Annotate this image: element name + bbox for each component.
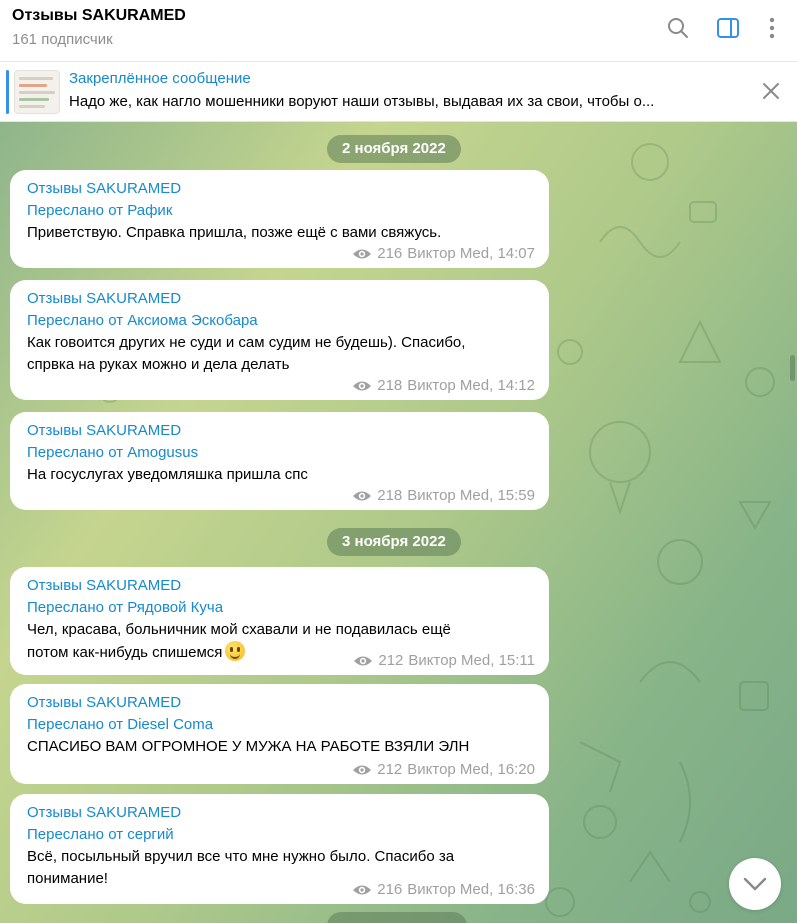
views-icon [353,249,372,258]
forwarded-from[interactable]: Переслано от Рядовой Куча [27,597,535,619]
message-meta: 218 Виктор Med, 15:59 [352,487,535,504]
author-time: Виктор Med, 16:20 [407,761,535,778]
message-text: Как говоится других не суди и сам судим … [27,334,466,351]
view-count: 212 [377,761,403,778]
view-count: 216 [377,881,403,898]
channel-name[interactable]: Отзывы SAKURAMED [27,420,535,442]
message-text: На госуслугах уведомляшка пришла спс [27,466,308,483]
views-icon [353,491,372,500]
views-icon [353,381,372,390]
pinned-title: Закреплённое сообщение [69,70,251,87]
views-icon [353,765,372,774]
message-bubble[interactable]: Отзывы SAKURAMED Переслано от Amogusus Н… [10,412,549,510]
date-separator-partial [327,912,467,923]
message-text: Приветствую. Справка пришла, позже ещё с… [27,224,442,241]
forwarded-from[interactable]: Переслано от Amogusus [27,442,535,464]
search-icon[interactable] [664,14,692,42]
message-meta: 216 Виктор Med, 16:36 [352,881,535,898]
forwarded-from[interactable]: Переслано от Рафик [27,200,535,222]
message-meta: 216 Виктор Med, 14:07 [352,245,535,262]
message-text: Чел, красава, больничник мой схавали и н… [27,621,451,638]
chat-area[interactable]: 2 ноября 2022 Отзывы SAKURAMED Переслано… [0,122,797,923]
message-text: спрвка на руках можно и дела делать [27,356,290,373]
scroll-to-bottom-button[interactable] [729,858,781,910]
channel-name[interactable]: Отзывы SAKURAMED [27,802,535,824]
views-icon [354,656,373,665]
forwarded-from[interactable]: Переслано от сергий [27,824,535,846]
message-bubble[interactable]: Отзывы SAKURAMED Переслано от Рядовой Ку… [10,567,549,675]
smile-emoji-icon [225,641,246,661]
message-meta: 212 Виктор Med, 15:11 [353,652,535,669]
channel-name[interactable]: Отзывы SAKURAMED [27,288,535,310]
author-time: Виктор Med, 16:36 [407,881,535,898]
author-time: Виктор Med, 14:12 [407,377,535,394]
view-count: 212 [378,652,404,669]
message-text: потом как-нибудь спишемся [27,644,223,661]
pinned-thumbnail [14,70,60,114]
forwarded-from[interactable]: Переслано от Аксиома Эскобара [27,310,535,332]
date-separator: 3 ноября 2022 [327,528,461,556]
forwarded-from[interactable]: Переслано от Diesel Coma [27,714,535,736]
message-text: СПАСИБО ВАМ ОГРОМНОЕ У МУЖА НА РАБОТЕ ВЗ… [27,738,470,755]
message-meta: 218 Виктор Med, 14:12 [352,377,535,394]
date-separator: 2 ноября 2022 [327,135,461,163]
channel-name[interactable]: Отзывы SAKURAMED [27,178,535,200]
author-time: Виктор Med, 14:07 [407,245,535,262]
message-bubble[interactable]: Отзывы SAKURAMED Переслано от Аксиома Эс… [10,280,549,400]
pinned-indicator [6,70,9,114]
message-meta: 212 Виктор Med, 16:20 [352,761,535,778]
author-time: Виктор Med, 15:11 [408,652,535,669]
more-vertical-icon[interactable] [758,14,786,42]
view-count: 216 [377,245,403,262]
message-bubble[interactable]: Отзывы SAKURAMED Переслано от Рафик Прив… [10,170,549,268]
author-time: Виктор Med, 15:59 [407,487,535,504]
message-text: Всё, посыльный вручил все что мне нужно … [27,848,455,865]
scrollbar-thumb[interactable] [790,355,795,381]
subscriber-count: 161 подписчик [12,31,113,48]
chat-header: Отзывы SAKURAMED 161 подписчик [0,0,797,62]
pinned-text: Надо же, как нагло мошенники воруют наши… [69,93,655,110]
channel-name[interactable]: Отзывы SAKURAMED [27,692,535,714]
message-bubble[interactable]: Отзывы SAKURAMED Переслано от сергий Всё… [10,794,549,904]
pinned-message-bar[interactable]: Закреплённое сообщение Надо же, как нагл… [0,62,797,122]
sidebar-toggle-icon[interactable] [714,14,742,42]
view-count: 218 [377,377,403,394]
chevron-down-icon [743,877,767,891]
views-icon [353,885,372,894]
channel-name[interactable]: Отзывы SAKURAMED [27,575,535,597]
close-icon[interactable] [757,77,785,105]
channel-title[interactable]: Отзывы SAKURAMED [12,7,186,25]
view-count: 218 [377,487,403,504]
message-bubble[interactable]: Отзывы SAKURAMED Переслано от Diesel Com… [10,684,549,784]
